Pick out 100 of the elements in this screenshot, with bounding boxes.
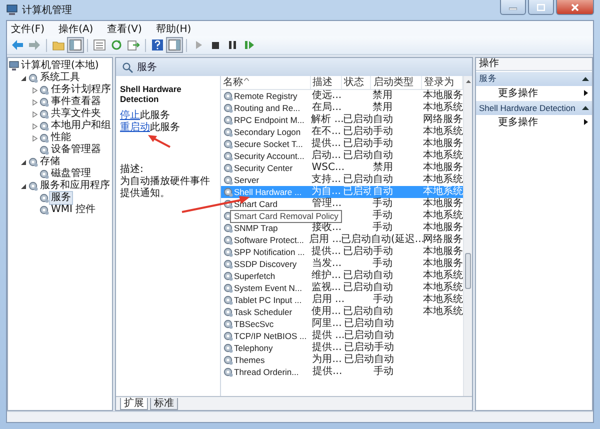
- menu-item[interactable]: 帮助(H): [156, 22, 192, 36]
- table-cell-text: 已启动: [342, 354, 372, 366]
- section-title: 服务: [479, 73, 497, 85]
- table-cell-text: 自动: [372, 270, 394, 282]
- table-cell-text: 在局...: [311, 102, 342, 114]
- tree-item[interactable]: 事件查看器: [50, 96, 102, 108]
- service-name[interactable]: RPC Endpoint M...: [234, 114, 304, 126]
- table-cell-text: 本地服务: [422, 258, 463, 270]
- service-name[interactable]: TBSecSvc: [234, 318, 274, 330]
- service-name[interactable]: SSDP Discovery: [234, 258, 297, 270]
- section-header[interactable]: Shell Hardware Detection: [476, 101, 592, 115]
- table-cell-text: 本地系统: [422, 126, 463, 138]
- table-cell-text: 已启动: [342, 174, 371, 186]
- table-cell-text: 提供...: [312, 366, 342, 378]
- collapsed-arrow-icon[interactable]: [31, 98, 38, 106]
- collapsed-arrow-icon[interactable]: [31, 122, 38, 130]
- service-name[interactable]: SPP Notification ...: [234, 246, 305, 258]
- service-name[interactable]: Server: [234, 174, 260, 186]
- service-name[interactable]: SNMP Trap: [234, 222, 278, 234]
- table-cell-text: 自动: [372, 114, 394, 126]
- table-cell-text: 自动: [374, 318, 395, 330]
- menu-item[interactable]: 查看(V): [107, 22, 142, 36]
- expanded-arrow-icon[interactable]: [20, 74, 27, 82]
- restore-button[interactable]: [528, 0, 554, 15]
- forward-icon[interactable]: [27, 38, 42, 52]
- table-cell-text: 使远...: [311, 90, 342, 102]
- pointer-arrow: [147, 134, 171, 148]
- menu-item[interactable]: 文件(F): [11, 22, 45, 36]
- panel-icon[interactable]: [167, 38, 182, 52]
- column-header[interactable]: 名称: [221, 76, 311, 89]
- collapsed-arrow-icon[interactable]: [31, 134, 38, 142]
- action-item[interactable]: 更多操作: [476, 115, 592, 129]
- table-cell-text: 自动: [372, 282, 394, 294]
- service-name[interactable]: System Event N...: [234, 282, 302, 294]
- service-name[interactable]: Security Account...: [234, 150, 304, 162]
- table-cell-text: 手动: [372, 138, 394, 150]
- table-cell-text: 本地系统: [422, 270, 463, 282]
- tree-item[interactable]: 任务计划程序: [50, 84, 112, 96]
- service-name[interactable]: Thread Orderin...: [234, 366, 299, 378]
- section-header[interactable]: 服务: [476, 72, 592, 86]
- table-cell-text: 提供 ...: [311, 330, 342, 342]
- tree-item[interactable]: 共享文件夹: [50, 108, 102, 120]
- tree-item[interactable]: 计算机管理(本地): [20, 60, 100, 72]
- column-header[interactable]: 状态: [342, 76, 372, 89]
- expanded-arrow-icon[interactable]: [20, 158, 27, 166]
- service-name[interactable]: Themes: [234, 354, 265, 366]
- tree-item[interactable]: 系统工具: [39, 72, 81, 84]
- close-button[interactable]: [556, 0, 594, 15]
- tree-item[interactable]: 设备管理器: [50, 144, 102, 156]
- action-link[interactable]: 重启动: [120, 122, 150, 133]
- computer-icon: [9, 61, 19, 71]
- tree-item[interactable]: 服务: [50, 192, 72, 204]
- service-name[interactable]: Software Protect...: [234, 234, 304, 246]
- table-cell-text: 手动: [372, 126, 394, 138]
- tree-item[interactable]: 服务和应用程序: [39, 180, 111, 192]
- panel-icon[interactable]: [68, 38, 83, 52]
- service-name[interactable]: Security Center: [234, 162, 293, 174]
- table-cell-text: 禁用: [372, 102, 394, 114]
- column-header[interactable]: 启动类型: [371, 76, 422, 89]
- scroll-up-icon: [466, 80, 470, 83]
- window-title: 计算机管理: [22, 4, 72, 17]
- collapsed-arrow-icon[interactable]: [31, 110, 38, 118]
- table-cell-text: 手动: [372, 366, 394, 378]
- service-name[interactable]: Routing and Re...: [234, 102, 300, 114]
- tree-item[interactable]: 磁盘管理: [50, 168, 92, 180]
- action-item[interactable]: 更多操作: [476, 86, 592, 100]
- expanded-arrow-icon[interactable]: [20, 182, 27, 190]
- refresh-icon[interactable]: [109, 38, 124, 52]
- tree-item[interactable]: WMI 控件: [50, 204, 97, 216]
- service-name[interactable]: Secure Socket T...: [234, 138, 303, 150]
- service-name[interactable]: Secondary Logon: [234, 126, 301, 138]
- scrollbar[interactable]: [463, 76, 472, 396]
- help-icon[interactable]: [150, 38, 165, 52]
- table-cell-text: 本地系统: [422, 102, 463, 114]
- action-link[interactable]: 停止: [120, 110, 140, 121]
- service-name[interactable]: Task Scheduler: [234, 306, 292, 318]
- back-icon[interactable]: [10, 38, 25, 52]
- collapsed-arrow-icon[interactable]: [31, 86, 38, 94]
- table-cell-text: 维护...: [310, 270, 341, 282]
- service-name[interactable]: Smart Card: [234, 198, 278, 210]
- service-name[interactable]: Telephony: [234, 342, 273, 354]
- table-cell: 为自...: [309, 186, 341, 198]
- minimize-button[interactable]: [500, 0, 526, 15]
- service-name[interactable]: Superfetch: [234, 270, 276, 282]
- tree-item[interactable]: 存储: [39, 156, 61, 168]
- view-tab[interactable]: 扩展: [120, 398, 148, 410]
- export-icon[interactable]: [126, 38, 141, 52]
- service-name[interactable]: Remote Registry: [234, 90, 298, 102]
- description-label: 描述:: [120, 162, 144, 176]
- column-header[interactable]: 描述: [310, 76, 342, 89]
- submenu-arrow-icon: [584, 119, 588, 125]
- service-name[interactable]: Tablet PC Input ...: [234, 294, 302, 306]
- scroll-thumb[interactable]: [465, 253, 471, 289]
- tree-item[interactable]: 本地用户和组: [50, 120, 112, 132]
- service-name[interactable]: TCP/IP NetBIOS ...: [234, 330, 307, 342]
- table-cell-text: 本地系统: [422, 306, 463, 318]
- menu-item[interactable]: 操作(A): [58, 22, 94, 36]
- view-tab[interactable]: 标准: [150, 398, 178, 410]
- tree-item[interactable]: 性能: [50, 132, 72, 144]
- list-icon[interactable]: [92, 38, 107, 52]
